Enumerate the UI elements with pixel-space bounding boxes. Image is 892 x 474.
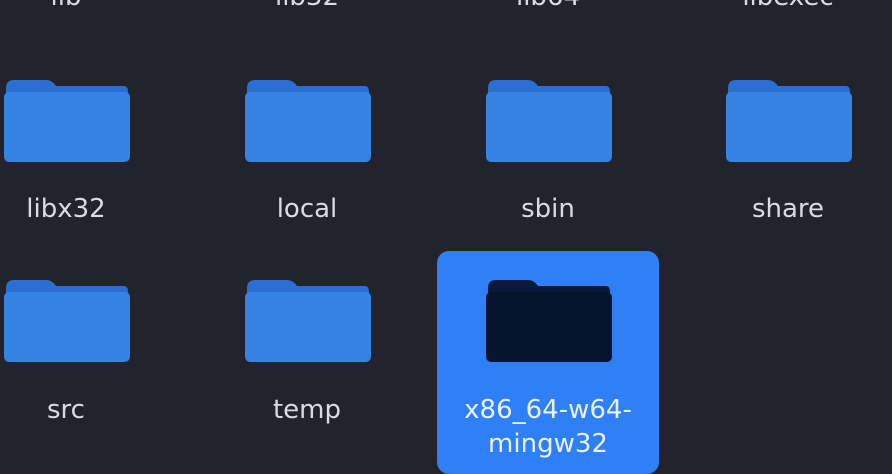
file-item-local[interactable]: local [196,60,418,240]
file-item-share[interactable]: share [677,60,892,240]
folder-icon [243,76,371,162]
file-label: sbin [521,194,575,224]
file-item-lib64[interactable]: lib64 [437,0,659,32]
file-label: share [751,194,825,224]
file-grid: lib lib32 lib64 libexec libx32 local sbi… [0,0,892,474]
file-item-lib[interactable]: lib [0,0,177,32]
file-item-src[interactable]: src [0,260,177,440]
file-label: lib [0,0,177,14]
file-item-x86_64-w64-mingw32[interactable]: x86_64-w64- mingw32 [437,251,659,474]
file-item-temp[interactable]: temp [196,260,418,440]
file-label: libx32 [26,194,106,224]
folder-icon [2,76,130,162]
file-label: temp [272,395,342,425]
file-label: lib32 [196,0,418,14]
file-label: lib64 [437,0,659,14]
file-label: x86_64-w64- mingw32 [464,395,632,459]
folder-icon [484,76,612,162]
file-item-libexec[interactable]: libexec [677,0,892,32]
file-item-lib32[interactable]: lib32 [196,0,418,32]
folder-icon [724,76,852,162]
file-label: local [276,194,338,224]
folder-icon [243,276,371,362]
file-item-libx32[interactable]: libx32 [0,60,177,240]
file-label: libexec [677,0,892,14]
file-label: src [47,395,85,425]
folder-icon [2,276,130,362]
file-item-sbin[interactable]: sbin [437,60,659,240]
folder-icon [484,276,612,362]
